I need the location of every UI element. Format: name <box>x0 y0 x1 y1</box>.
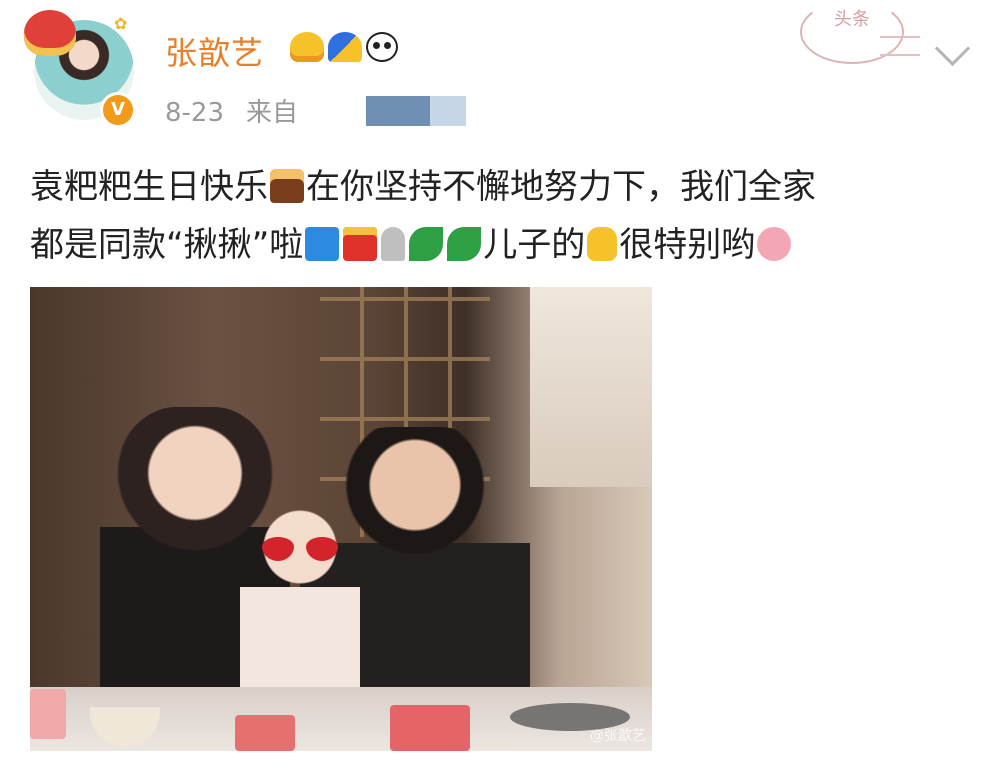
post-date: 8-23 <box>165 98 225 128</box>
author-badges <box>290 32 398 62</box>
cake-icon <box>270 168 304 203</box>
text-segment: 袁粑粑生日快乐 <box>30 167 268 207</box>
author-avatar[interactable]: ✿ V <box>24 10 138 128</box>
text-segment: 很特别哟 <box>619 225 756 265</box>
post-text: 袁粑粑生日快乐 在你坚持不懈地努力下，我们全家 都是同款“揪揪”啦 儿子的 很特别哟 <box>30 158 970 274</box>
photo-cup <box>30 689 66 739</box>
post-photo[interactable]: @张歆艺 <box>30 287 652 751</box>
flower-icon: ✿ <box>114 14 128 33</box>
postmark-lines <box>880 36 920 56</box>
candle-icon <box>343 226 378 261</box>
photo-cup <box>390 705 470 751</box>
text-segment: 在你坚持不懈地努力下，我们全家 <box>306 167 816 207</box>
crown-icon <box>290 32 324 62</box>
heart-sunglasses-sticker <box>262 537 338 561</box>
redacted-source <box>366 96 466 126</box>
photo-cup <box>235 715 295 751</box>
music-note-icon <box>305 226 340 261</box>
lion-dance-icon <box>24 10 76 56</box>
photo-lamp <box>530 287 652 487</box>
redaction-block <box>430 96 466 126</box>
leaf-icon <box>447 226 482 261</box>
post-meta: 8-23 来自 <box>165 92 298 129</box>
redaction-block <box>366 96 430 126</box>
photo-person-child <box>240 497 360 697</box>
author-name[interactable]: 张歆艺 <box>165 28 264 74</box>
photo-watermark: @张歆艺 <box>590 728 646 744</box>
cap-icon <box>328 32 362 62</box>
victory-hand-icon <box>587 226 618 261</box>
verified-badge-icon: V <box>100 92 136 128</box>
source-label: 来自 <box>246 98 299 128</box>
text-segment: 都是同款“揪揪”啦 <box>30 225 304 265</box>
chevron-down-icon[interactable] <box>934 30 971 67</box>
microphone-icon <box>381 226 406 261</box>
leaf-icon <box>409 226 444 261</box>
panda-icon <box>366 32 398 62</box>
pig-face-icon <box>757 226 792 261</box>
weibo-post: ✿ V 张歆艺 8-23 来自 头条 袁粑粑生日快乐 在你坚持不懈地努力下，我们全家… <box>0 0 1000 781</box>
text-segment: 儿子的 <box>483 225 586 265</box>
